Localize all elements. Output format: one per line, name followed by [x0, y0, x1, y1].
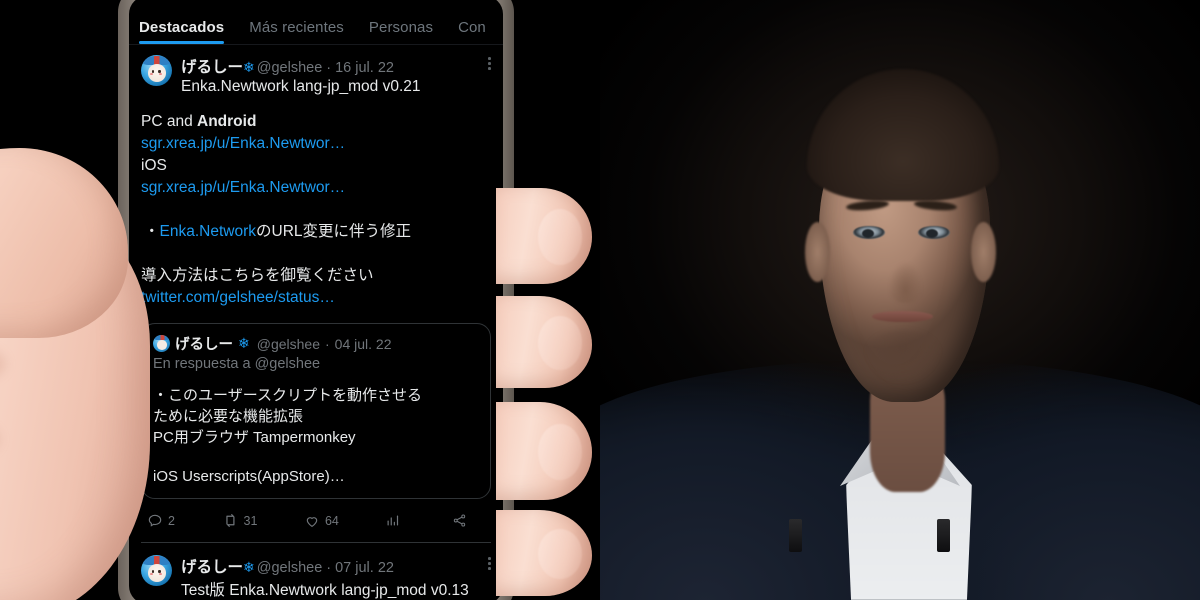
tweet-item[interactable]: げるしー ❄ @gelshee · 07 jul. 22 Test版 Enka.…	[129, 543, 503, 600]
tweet-link-android[interactable]: sgr.xrea.jp/u/Enka.Newtwor…	[141, 133, 491, 155]
screenshot-canvas: Destacados Más recientes Personas Con げる…	[0, 0, 1200, 600]
text-pc-and: PC and	[141, 113, 198, 130]
like-button[interactable]: 64	[304, 513, 339, 529]
quoted-tweet[interactable]: げるしー ❄ @gelshee · 04 jul. 22 En respuest…	[141, 323, 491, 499]
snowflake-icon: ❄	[243, 59, 255, 75]
display-name: げるしー	[181, 559, 244, 576]
tweet-date: 16 jul. 22	[335, 60, 394, 76]
pupil-right	[925, 228, 938, 238]
quoted-snowflake-icon: ❄	[238, 335, 250, 351]
thumb	[0, 148, 128, 338]
reply-icon	[148, 514, 162, 527]
tweet-action-bar: 2 31 64	[141, 499, 491, 540]
separator-dot: ·	[326, 60, 332, 76]
tweet-header: げるしー ❄ @gelshee · 07 jul. 22 Test版 Enka.…	[141, 555, 491, 600]
like-count: 64	[324, 513, 339, 528]
tab-mas-recientes-label: Más recientes	[249, 19, 344, 36]
nose	[885, 246, 925, 303]
tab-contenido[interactable]: Con	[446, 19, 499, 44]
lapel-microphone-right	[937, 519, 950, 552]
quoted-date: 04 jul. 22	[334, 335, 392, 352]
pupil-left	[861, 228, 874, 238]
analytics-icon	[387, 515, 399, 526]
tab-personas-label: Personas	[368, 19, 434, 36]
elon-musk-portrait-photo	[600, 0, 1200, 600]
tab-contenido-label: Con	[458, 19, 486, 36]
tab-destacados-label: Destacados	[139, 19, 225, 36]
share-button[interactable]	[452, 513, 467, 528]
tweet-author-line: げるしー ❄ @gelshee · 16 jul. 22	[181, 55, 421, 77]
tweet-item[interactable]: げるしー ❄ @gelshee · 16 jul. 22 Enka.Newtwo…	[129, 45, 503, 543]
mouth	[871, 310, 933, 323]
quoted-line-1: ・このユーザースクリプトを動作させる	[153, 387, 422, 404]
tweet-line-instructions: 導入方法はこちらを御覧ください	[141, 267, 374, 284]
quoted-reply-to: En respuesta a @gelshee	[153, 356, 321, 372]
search-tabs: Destacados Más recientes Personas Con	[129, 10, 503, 44]
quoted-avatar[interactable]	[153, 335, 170, 352]
bullet-marker: ・	[144, 223, 160, 240]
quoted-tweet-body: ・このユーザースクリプトを動作させる ために必要な機能拡張 PC用ブラウザ Ta…	[153, 385, 479, 487]
tab-mas-recientes[interactable]: Más recientes	[237, 19, 357, 44]
heart-icon	[306, 516, 318, 527]
lapel-microphone-left	[789, 519, 802, 552]
bullet-text: のURL変更に伴う修正	[256, 223, 412, 240]
smartphone-device: Destacados Más recientes Personas Con げる…	[118, 0, 514, 600]
text-android: Android	[197, 113, 257, 130]
user-handle: @gelshee	[256, 560, 323, 576]
reply-count: 2	[168, 513, 175, 528]
more-vertical-icon[interactable]	[488, 57, 491, 70]
phone-screen: Destacados Más recientes Personas Con げる…	[129, 0, 503, 600]
tweet-author-line: げるしー ❄ @gelshee · 07 jul. 22	[181, 555, 469, 577]
twitter-app: Destacados Más recientes Personas Con げる…	[129, 10, 503, 600]
separator-dot: ·	[326, 560, 332, 576]
tweet-body: PC and Android sgr.xrea.jp/u/Enka.Newtwo…	[141, 111, 491, 309]
tweet-title: Enka.Newtwork lang-jp_mod v0.21	[181, 78, 421, 95]
knuckle-crease-1	[0, 338, 6, 390]
more-vertical-icon[interactable]	[488, 557, 491, 570]
avatar[interactable]	[141, 555, 172, 586]
tweet-line-platform: PC and Android	[141, 111, 491, 133]
quoted-line-3: PC用ブラウザ Tampermonkey	[153, 429, 356, 446]
tweet-date: 07 jul. 22	[335, 560, 394, 576]
retweet-button[interactable]: 31	[222, 512, 258, 529]
snowflake-icon: ❄	[243, 559, 255, 575]
tweet-title: Test版 Enka.Newtwork lang-jp_mod v0.13	[181, 582, 469, 599]
user-handle: @gelshee	[256, 60, 323, 76]
tab-personas[interactable]: Personas	[357, 19, 446, 44]
text-ios: iOS	[141, 157, 167, 174]
quoted-line-4: iOS Userscripts(AppStore)…	[153, 468, 345, 485]
reply-button[interactable]: 2	[147, 513, 175, 529]
tweet-bullet-line: ・Enka.NetworkのURL変更に伴う修正	[141, 221, 491, 243]
tweet-link-enka-network[interactable]: Enka.Network	[160, 223, 256, 240]
chin	[864, 330, 942, 384]
tweet-header: げるしー ❄ @gelshee · 16 jul. 22 Enka.Newtwo…	[141, 55, 491, 96]
right-hand-fingers	[496, 188, 616, 600]
tweet-link-ios[interactable]: sgr.xrea.jp/u/Enka.Newtwor…	[141, 177, 491, 199]
views-button[interactable]	[385, 513, 405, 528]
quoted-tweet-header: げるしー ❄ @gelshee · 04 jul. 22	[153, 333, 479, 354]
quoted-handle: @gelshee	[256, 335, 320, 352]
quoted-separator-dot: ·	[325, 335, 330, 352]
ear-right	[970, 222, 996, 282]
retweet-count: 31	[243, 513, 258, 528]
display-name: げるしー	[181, 59, 244, 76]
body-spacer-2	[141, 243, 491, 265]
quoted-display-name: げるしー	[175, 337, 233, 353]
share-icon	[453, 514, 466, 527]
quoted-line-2: ために必要な機能拡張	[153, 408, 304, 425]
tweet-link-status[interactable]: twitter.com/gelshee/status…	[141, 287, 491, 309]
tab-destacados[interactable]: Destacados	[139, 19, 237, 44]
avatar[interactable]	[141, 55, 172, 86]
retweet-icon	[225, 514, 235, 527]
